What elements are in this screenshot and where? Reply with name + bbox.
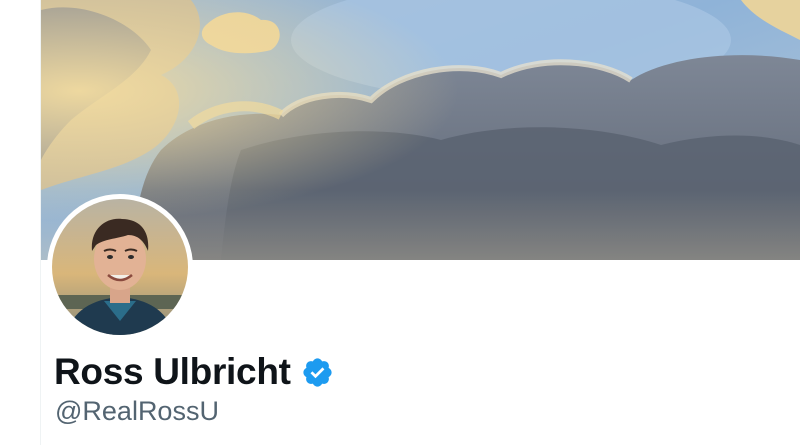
username-handle: @RealRossU	[55, 396, 219, 426]
avatar[interactable]	[52, 199, 188, 335]
avatar-border	[47, 194, 193, 340]
left-rail	[0, 0, 40, 445]
display-name-row: Ross Ulbricht	[54, 348, 334, 396]
display-name: Ross Ulbricht	[54, 351, 291, 392]
verified-badge-icon[interactable]	[301, 356, 334, 389]
